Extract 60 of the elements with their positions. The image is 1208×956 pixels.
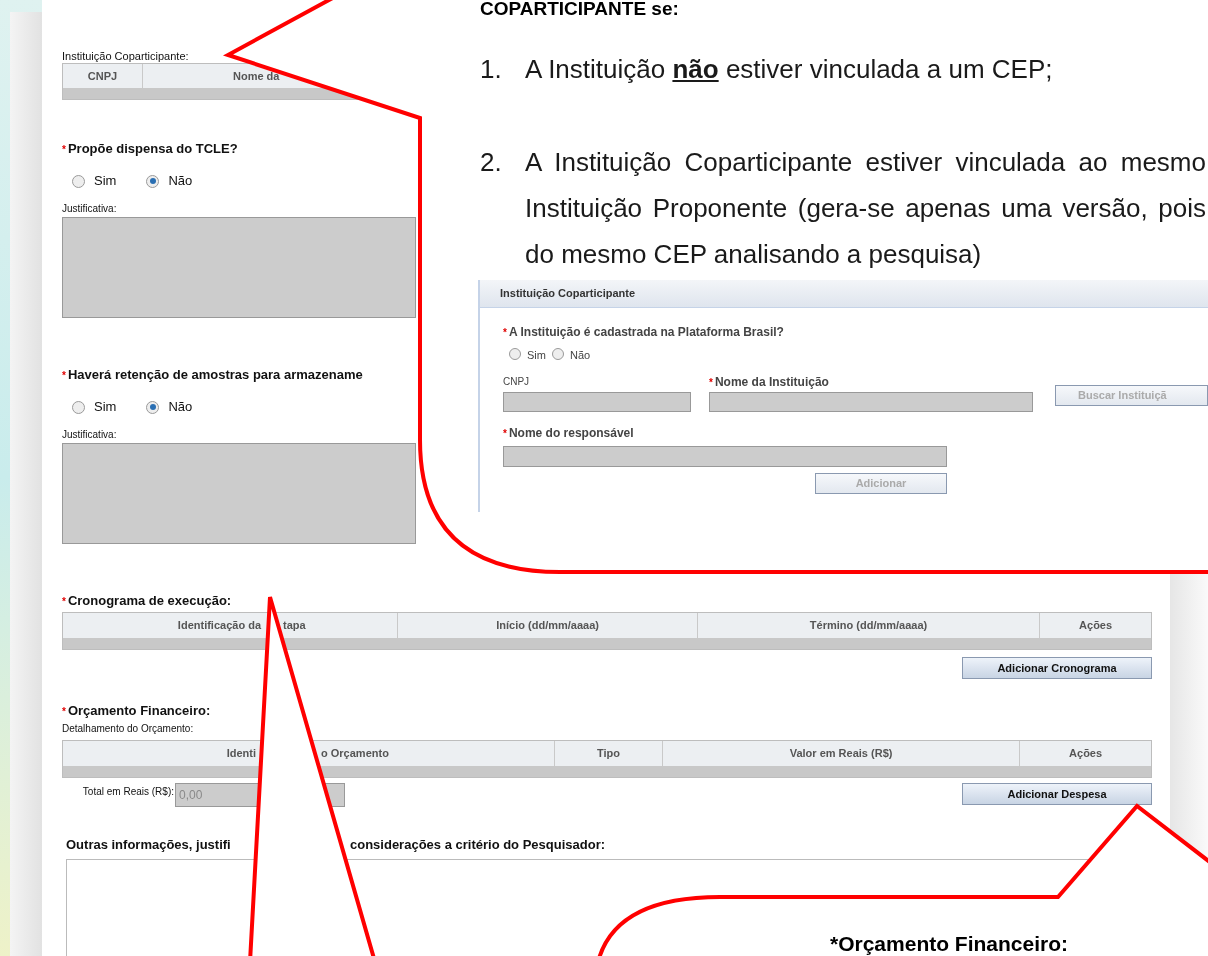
radio-button[interactable]	[146, 400, 160, 414]
required-mark: *	[503, 326, 507, 340]
field-label: CNPJ	[503, 375, 531, 389]
required-mark: *	[503, 427, 507, 441]
field-label: A Instituição é cadastrada na Plataforma Brasil?	[508, 324, 784, 340]
field-label: Orçamento Financeiro:	[67, 703, 211, 719]
input-field[interactable]	[503, 392, 691, 412]
required-mark: *	[62, 595, 66, 609]
list-number: 2.	[480, 146, 503, 179]
callout-heading: COPARTICIPANTE se:	[480, 0, 679, 21]
field-label: Total em Reais (R$):	[81, 785, 174, 799]
field-label: Nome do responsável	[508, 426, 634, 440]
column-header: Início (dd/mm/aaaa)	[496, 618, 599, 634]
column-header: Identificação da	[177, 618, 261, 634]
column-header: CNPJ	[87, 68, 118, 84]
column-header: Ações	[1079, 618, 1113, 634]
field-label: Detalhamento do Orçamento:	[62, 723, 195, 735]
field-label: Justificativa:	[62, 203, 117, 215]
option-label: Não	[168, 398, 193, 417]
text-area[interactable]	[62, 443, 416, 544]
required-mark: *	[62, 369, 66, 383]
column-header: Nome da	[233, 68, 280, 84]
radio-button[interactable]	[146, 174, 160, 188]
input-field[interactable]	[503, 446, 947, 467]
field-label: Nome da Instituição	[714, 375, 829, 389]
column-header: Ações	[1069, 746, 1103, 762]
callout-heading: *Orçamento Financeiro:	[830, 931, 1069, 956]
list-text: A Instituição Coparticipante estiver vinculada ao mesmo Instituição Proponente (gera-se apenas uma versão, pois do mesmo CEP analisando a pesquisa)	[525, 146, 1206, 271]
option-label: Sim	[527, 347, 546, 363]
radio-button[interactable]	[72, 400, 85, 414]
field-label: considerações a critério do Pesquisador:	[350, 837, 606, 853]
panel-title: Instituição Coparticipante	[500, 286, 636, 302]
column-header: tapa	[283, 618, 306, 634]
field-label: Cronograma de execução:	[67, 593, 232, 609]
field-label: Outras informações, justifi	[66, 837, 231, 852]
add-expense-button[interactable]: Adicionar Despesa	[962, 783, 1152, 805]
add-schedule-button[interactable]: Adicionar Cronograma	[962, 657, 1152, 679]
option-label: Não	[569, 347, 591, 363]
required-mark: *	[709, 376, 713, 390]
radio-button[interactable]	[551, 348, 564, 360]
column-header: Término (dd/mm/aaaa)	[809, 618, 928, 634]
column-header: Valor em Reais (R$)	[789, 746, 893, 762]
input-field[interactable]	[709, 392, 1033, 412]
required-mark: *	[62, 143, 66, 157]
radio-button[interactable]	[509, 348, 521, 360]
field-label: Haverá retenção de amostras para armazename	[67, 367, 363, 383]
column-header: Identi	[226, 746, 256, 762]
text-area[interactable]	[62, 217, 416, 318]
option-label: Não	[168, 172, 193, 191]
column-header: o Orçamento	[321, 746, 389, 762]
column-header: Tipo	[597, 746, 620, 762]
radio-button[interactable]	[72, 174, 85, 188]
list-number: 1.	[480, 53, 503, 86]
section-label: Instituição Coparticipante:	[62, 49, 190, 63]
required-mark: *	[62, 705, 66, 719]
field-label: Propõe dispensa do TCLE?	[67, 141, 238, 157]
option-label: Sim	[94, 398, 117, 417]
list-text: A Instituição não estiver vinculada a um CEP;	[525, 53, 1054, 86]
option-label: Sim	[94, 172, 117, 191]
field-label: Justificativa:	[62, 429, 117, 441]
